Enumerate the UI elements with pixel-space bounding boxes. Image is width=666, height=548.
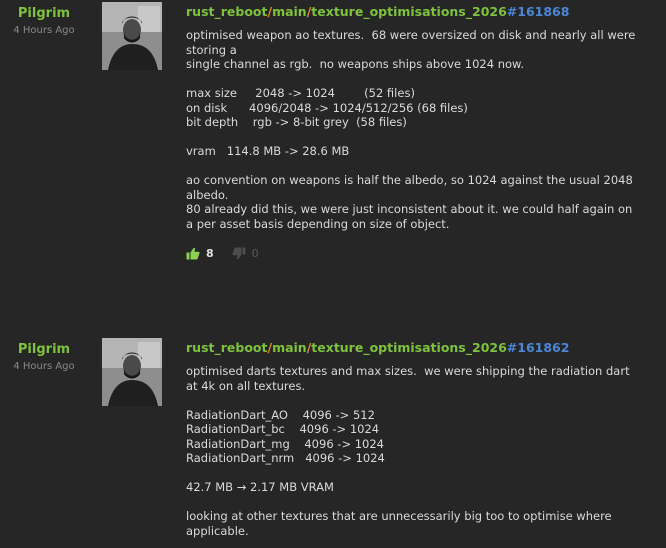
commit-content: rust_reboot/main/texture_optimisations_2… — [186, 340, 662, 538]
message-line: storing a — [186, 42, 237, 57]
folder-link[interactable]: texture_optimisations_2026 — [311, 4, 507, 19]
thumbs-up-icon — [186, 247, 200, 259]
upvote-button[interactable]: 8 — [186, 247, 214, 260]
changeset-link[interactable]: #161868 — [507, 4, 570, 19]
message-line: 80 already did this, we were just incons… — [186, 202, 633, 216]
branch-link[interactable]: main — [272, 340, 307, 355]
author-name[interactable]: Pilgrim — [6, 342, 82, 357]
message-line: RadiationDart_mg 4096 -> 1024 — [186, 436, 384, 451]
commit-message: optimised weapon ao textures. 68 were ov… — [186, 28, 662, 231]
post-timestamp: 4 Hours Ago — [13, 361, 75, 372]
message-line: single channel as rgb. no weapons ships … — [186, 57, 525, 71]
post-timestamp: 4 Hours Ago — [13, 25, 75, 36]
message-line: RadiationDart_AO 4096 -> 512 — [186, 407, 375, 422]
author-block: Pilgrim 4 Hours Ago — [6, 342, 82, 372]
message-line: on disk 4096/2048 -> 1024/512/256 (68 fi… — [186, 100, 468, 115]
thumbs-down-icon — [232, 247, 246, 259]
message-line — [186, 495, 662, 510]
commit-message: optimised darts textures and max sizes. … — [186, 364, 662, 538]
message-line — [186, 466, 662, 481]
avatar-photo — [102, 2, 162, 70]
author-block: Pilgrim 4 Hours Ago — [6, 6, 82, 36]
commit-path: rust_reboot/main/texture_optimisations_2… — [186, 340, 570, 355]
vote-bar: 8 0 — [186, 245, 662, 261]
message-line: a per asset basis depending on size of o… — [186, 216, 450, 231]
commit-feed: Pilgrim 4 Hours Ago rust_reboot/main/tex… — [0, 0, 666, 548]
downvote-count: 0 — [251, 246, 259, 260]
changeset-link[interactable]: #161862 — [507, 340, 570, 355]
message-line: max size 2048 -> 1024 (52 files) — [186, 86, 415, 100]
avatar[interactable] — [102, 2, 162, 70]
commit-path: rust_reboot/main/texture_optimisations_2… — [186, 4, 570, 19]
message-line — [186, 130, 662, 145]
avatar[interactable] — [102, 338, 162, 406]
message-line: optimised darts textures and max sizes. … — [186, 364, 630, 378]
message-line: RadiationDart_bc 4096 -> 1024 — [186, 422, 380, 436]
message-line: RadiationDart_nrm 4096 -> 1024 — [186, 451, 385, 465]
message-line: vram 114.8 MB -> 28.6 MB — [186, 144, 350, 158]
commit-content: rust_reboot/main/texture_optimisations_2… — [186, 4, 662, 261]
repo-link[interactable]: rust_reboot — [186, 340, 267, 355]
avatar-photo — [102, 338, 162, 406]
message-line: ao convention on weapons is half the alb… — [186, 173, 633, 187]
author-name[interactable]: Pilgrim — [6, 6, 82, 21]
message-line: applicable. — [186, 523, 249, 538]
repo-link[interactable]: rust_reboot — [186, 4, 267, 19]
message-line: 42.7 MB → 2.17 MB VRAM — [186, 480, 334, 494]
folder-link[interactable]: texture_optimisations_2026 — [311, 340, 507, 355]
message-line: at 4k on all textures. — [186, 378, 306, 393]
message-line — [186, 393, 662, 408]
message-line: albedo. — [186, 187, 229, 202]
message-line: looking at other textures that are unnec… — [186, 509, 612, 523]
downvote-button[interactable]: 0 — [232, 247, 259, 260]
message-line — [186, 72, 662, 87]
message-line — [186, 159, 662, 174]
branch-link[interactable]: main — [272, 4, 307, 19]
upvote-count: 8 — [206, 246, 214, 260]
message-line: optimised weapon ao textures. 68 were ov… — [186, 28, 636, 42]
message-line: bit depth rgb -> 8-bit grey (58 files) — [186, 115, 407, 129]
